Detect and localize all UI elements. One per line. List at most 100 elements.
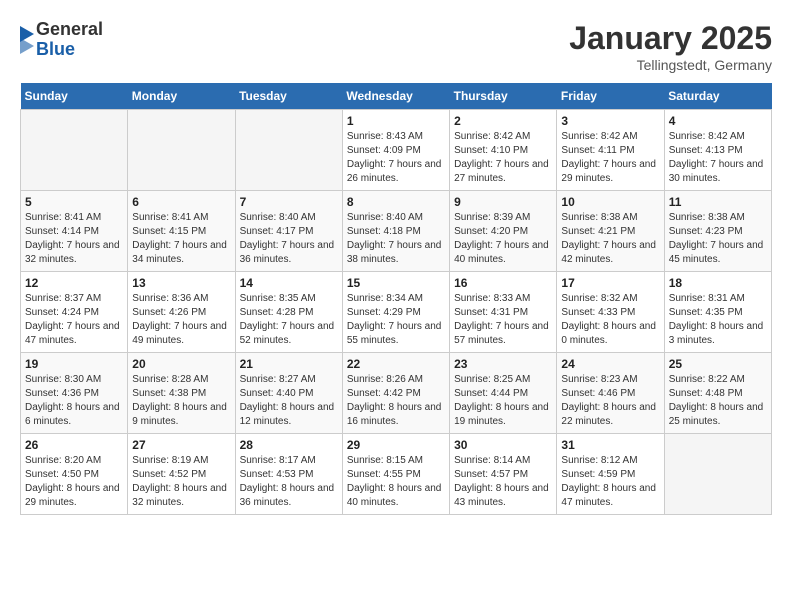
logo-text: General Blue (36, 20, 103, 60)
calendar-cell: 28 Sunrise: 8:17 AM Sunset: 4:53 PM Dayli… (235, 434, 342, 515)
day-number: 28 (240, 438, 338, 452)
day-number: 5 (25, 195, 123, 209)
day-number: 23 (454, 357, 552, 371)
calendar-week-row: 19 Sunrise: 8:30 AM Sunset: 4:36 PM Dayli… (21, 353, 772, 434)
calendar-cell: 22Sunrise: 8:26 AM Sunset: 4:42 PM Dayli… (342, 353, 449, 434)
weekday-header: Thursday (450, 83, 557, 110)
day-info: Sunrise: 8:36 AM Sunset: 4:26 PM Dayligh… (132, 292, 230, 348)
calendar-cell: 16 Sunrise: 8:33 AM Sunset: 4:31 PM Dayli… (450, 272, 557, 353)
calendar-cell: 5 Sunrise: 8:41 AM Sunset: 4:14 PM Daylig… (21, 191, 128, 272)
day-info: Sunrise: 8:43 AM Sunset: 4:09 PM Dayligh… (347, 130, 445, 186)
day-info: Sunrise: 8:25 AM Sunset: 4:44 PM Dayligh… (454, 373, 552, 429)
day-info: Sunrise: 8:27 AM Sunset: 4:40 PM Dayligh… (240, 373, 338, 429)
calendar-cell: 20 Sunrise: 8:28 AM Sunset: 4:38 PM Dayli… (128, 353, 235, 434)
calendar-cell: 15 Sunrise: 8:34 AM Sunset: 4:29 PM Dayli… (342, 272, 449, 353)
calendar-cell: 21 Sunrise: 8:27 AM Sunset: 4:40 PM Dayli… (235, 353, 342, 434)
calendar-cell: 13 Sunrise: 8:36 AM Sunset: 4:26 PM Dayli… (128, 272, 235, 353)
calendar-cell (664, 434, 771, 515)
day-info: Sunrise: 8:35 AM Sunset: 4:28 PM Dayligh… (240, 292, 338, 348)
calendar-cell: 6Sunrise: 8:41 AM Sunset: 4:15 PM Daylig… (128, 191, 235, 272)
day-number: 14 (240, 276, 338, 290)
day-info: Sunrise: 8:37 AM Sunset: 4:24 PM Dayligh… (25, 292, 123, 348)
calendar-cell: 17 Sunrise: 8:32 AM Sunset: 4:33 PM Dayli… (557, 272, 664, 353)
calendar-cell: 14 Sunrise: 8:35 AM Sunset: 4:28 PM Dayli… (235, 272, 342, 353)
logo-general: General (36, 20, 103, 40)
day-info: Sunrise: 8:40 AM Sunset: 4:18 PM Dayligh… (347, 211, 445, 267)
day-number: 8 (347, 195, 445, 209)
day-info: Sunrise: 8:20 AM Sunset: 4:50 PM Dayligh… (25, 454, 123, 510)
day-info: Sunrise: 8:28 AM Sunset: 4:38 PM Dayligh… (132, 373, 230, 429)
day-info: Sunrise: 8:42 AM Sunset: 4:11 PM Dayligh… (561, 130, 659, 186)
day-number: 16 (454, 276, 552, 290)
day-info: Sunrise: 8:32 AM Sunset: 4:33 PM Dayligh… (561, 292, 659, 348)
calendar-cell: 26 Sunrise: 8:20 AM Sunset: 4:50 PM Dayli… (21, 434, 128, 515)
day-number: 27 (132, 438, 230, 452)
day-number: 19 (25, 357, 123, 371)
weekday-header: Wednesday (342, 83, 449, 110)
calendar-cell: 1 Sunrise: 8:43 AM Sunset: 4:09 PM Daylig… (342, 110, 449, 191)
day-number: 30 (454, 438, 552, 452)
day-info: Sunrise: 8:15 AM Sunset: 4:55 PM Dayligh… (347, 454, 445, 510)
day-number: 3 (561, 114, 659, 128)
calendar-cell: 7 Sunrise: 8:40 AM Sunset: 4:17 PM Daylig… (235, 191, 342, 272)
calendar-cell: 11Sunrise: 8:38 AM Sunset: 4:23 PM Dayli… (664, 191, 771, 272)
day-info: Sunrise: 8:38 AM Sunset: 4:21 PM Dayligh… (561, 211, 659, 267)
weekday-header: Saturday (664, 83, 771, 110)
calendar-cell (235, 110, 342, 191)
day-number: 20 (132, 357, 230, 371)
month-title: January 2025 (569, 20, 772, 57)
calendar-week-row: 1 Sunrise: 8:43 AM Sunset: 4:09 PM Daylig… (21, 110, 772, 191)
day-info: Sunrise: 8:42 AM Sunset: 4:10 PM Dayligh… (454, 130, 552, 186)
day-number: 26 (25, 438, 123, 452)
title-section: January 2025 Tellingstedt, Germany (569, 20, 772, 73)
day-info: Sunrise: 8:34 AM Sunset: 4:29 PM Dayligh… (347, 292, 445, 348)
day-number: 11 (669, 195, 767, 209)
logo-blue: Blue (36, 40, 103, 60)
day-info: Sunrise: 8:30 AM Sunset: 4:36 PM Dayligh… (25, 373, 123, 429)
day-number: 25 (669, 357, 767, 371)
day-number: 6 (132, 195, 230, 209)
logo: General Blue (20, 20, 103, 60)
calendar-cell: 8 Sunrise: 8:40 AM Sunset: 4:18 PM Daylig… (342, 191, 449, 272)
calendar-cell: 29Sunrise: 8:15 AM Sunset: 4:55 PM Dayli… (342, 434, 449, 515)
day-info: Sunrise: 8:40 AM Sunset: 4:17 PM Dayligh… (240, 211, 338, 267)
day-number: 24 (561, 357, 659, 371)
calendar-cell: 18Sunrise: 8:31 AM Sunset: 4:35 PM Dayli… (664, 272, 771, 353)
calendar-cell: 25Sunrise: 8:22 AM Sunset: 4:48 PM Dayli… (664, 353, 771, 434)
calendar-cell: 12 Sunrise: 8:37 AM Sunset: 4:24 PM Dayli… (21, 272, 128, 353)
weekday-header: Monday (128, 83, 235, 110)
weekday-header: Sunday (21, 83, 128, 110)
day-info: Sunrise: 8:23 AM Sunset: 4:46 PM Dayligh… (561, 373, 659, 429)
calendar-cell: 23 Sunrise: 8:25 AM Sunset: 4:44 PM Dayli… (450, 353, 557, 434)
calendar-cell: 4Sunrise: 8:42 AM Sunset: 4:13 PM Daylig… (664, 110, 771, 191)
day-number: 7 (240, 195, 338, 209)
calendar-cell: 2 Sunrise: 8:42 AM Sunset: 4:10 PM Daylig… (450, 110, 557, 191)
day-number: 17 (561, 276, 659, 290)
day-info: Sunrise: 8:33 AM Sunset: 4:31 PM Dayligh… (454, 292, 552, 348)
day-number: 22 (347, 357, 445, 371)
day-info: Sunrise: 8:17 AM Sunset: 4:53 PM Dayligh… (240, 454, 338, 510)
day-number: 13 (132, 276, 230, 290)
day-info: Sunrise: 8:41 AM Sunset: 4:14 PM Dayligh… (25, 211, 123, 267)
day-number: 18 (669, 276, 767, 290)
day-number: 10 (561, 195, 659, 209)
calendar-week-row: 5 Sunrise: 8:41 AM Sunset: 4:14 PM Daylig… (21, 191, 772, 272)
day-number: 2 (454, 114, 552, 128)
weekday-header: Friday (557, 83, 664, 110)
calendar-header-row: SundayMondayTuesdayWednesdayThursdayFrid… (21, 83, 772, 110)
day-number: 31 (561, 438, 659, 452)
page-header: General Blue January 2025 Tellingstedt, … (20, 20, 772, 73)
day-number: 12 (25, 276, 123, 290)
day-number: 21 (240, 357, 338, 371)
day-number: 1 (347, 114, 445, 128)
day-number: 15 (347, 276, 445, 290)
calendar-cell: 9Sunrise: 8:39 AM Sunset: 4:20 PM Daylig… (450, 191, 557, 272)
calendar-cell: 3 Sunrise: 8:42 AM Sunset: 4:11 PM Daylig… (557, 110, 664, 191)
calendar-cell: 19 Sunrise: 8:30 AM Sunset: 4:36 PM Dayli… (21, 353, 128, 434)
calendar-week-row: 12 Sunrise: 8:37 AM Sunset: 4:24 PM Dayli… (21, 272, 772, 353)
day-info: Sunrise: 8:42 AM Sunset: 4:13 PM Dayligh… (669, 130, 767, 186)
day-number: 9 (454, 195, 552, 209)
day-info: Sunrise: 8:14 AM Sunset: 4:57 PM Dayligh… (454, 454, 552, 510)
calendar-table: SundayMondayTuesdayWednesdayThursdayFrid… (20, 83, 772, 515)
logo-icon (20, 26, 34, 54)
